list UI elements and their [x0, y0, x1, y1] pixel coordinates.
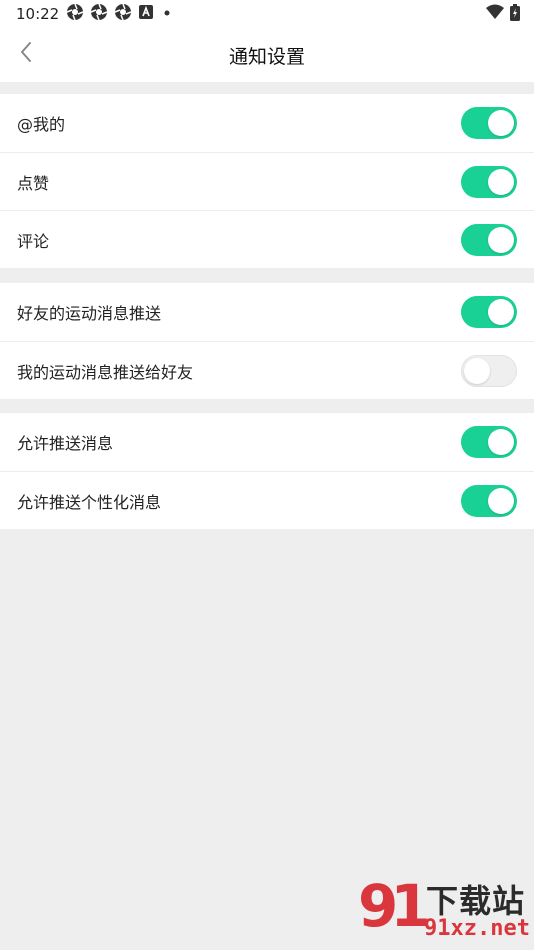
likes-toggle[interactable]	[461, 165, 517, 198]
setting-label: 评论	[17, 231, 50, 251]
toggle-knob	[488, 487, 514, 514]
setting-label: 我的运动消息推送给好友	[17, 362, 194, 382]
setting-row-allow-push: 允许推送消息	[0, 413, 534, 471]
toggle-knob	[488, 168, 514, 195]
notification-icons	[66, 3, 174, 25]
watermark-logo: 91 下载站 91xz.net	[358, 868, 530, 950]
watermark-url: 91xz.net	[424, 916, 530, 941]
setting-label: 好友的运动消息推送	[17, 304, 162, 323]
toggle-knob	[488, 226, 514, 253]
a-box-icon	[138, 4, 154, 24]
system-status-icons	[486, 3, 520, 25]
mention-me-toggle[interactable]	[461, 107, 517, 139]
allow-push-toggle[interactable]	[461, 426, 517, 458]
setting-row-allow-personalized-push: 允许推送个性化消息	[0, 471, 534, 529]
toggle-knob	[464, 357, 490, 384]
setting-label: @我的	[17, 115, 66, 134]
dot-icon	[160, 5, 174, 24]
toggle-knob	[488, 110, 514, 136]
status-bar: 10:22	[0, 0, 534, 28]
aperture-icon	[114, 3, 132, 25]
settings-group-mentions: @我的 点赞 评论	[0, 94, 534, 268]
settings-group-push: 允许推送消息 允许推送个性化消息	[0, 413, 534, 529]
setting-label: 允许推送消息	[17, 434, 114, 453]
settings-group-friends: 好友的运动消息推送 我的运动消息推送给好友	[0, 283, 534, 399]
page-title: 通知设置	[228, 46, 305, 68]
aperture-icon	[90, 3, 108, 25]
setting-label: 点赞	[17, 173, 50, 193]
watermark-number: 91	[358, 872, 431, 940]
setting-row-comments: 评论	[0, 210, 534, 268]
setting-row-likes: 点赞	[0, 152, 534, 210]
friend-activity-push-toggle[interactable]	[461, 296, 517, 328]
setting-row-friend-activity-push: 好友的运动消息推送	[0, 283, 534, 341]
share-activity-to-friends-toggle[interactable]	[461, 354, 517, 387]
battery-icon	[510, 3, 520, 25]
wifi-icon	[486, 4, 504, 24]
aperture-icon	[66, 3, 84, 25]
status-time: 10:22	[16, 5, 60, 23]
setting-label: 允许推送个性化消息	[17, 492, 162, 512]
toggle-knob	[488, 299, 514, 325]
setting-row-mention-me: @我的	[0, 94, 534, 152]
allow-personalized-push-toggle[interactable]	[461, 484, 517, 517]
nav-bar: 通知设置	[0, 28, 534, 82]
setting-row-share-activity-to-friends: 我的运动消息推送给好友	[0, 341, 534, 399]
toggle-knob	[488, 429, 514, 455]
comments-toggle[interactable]	[461, 223, 517, 256]
